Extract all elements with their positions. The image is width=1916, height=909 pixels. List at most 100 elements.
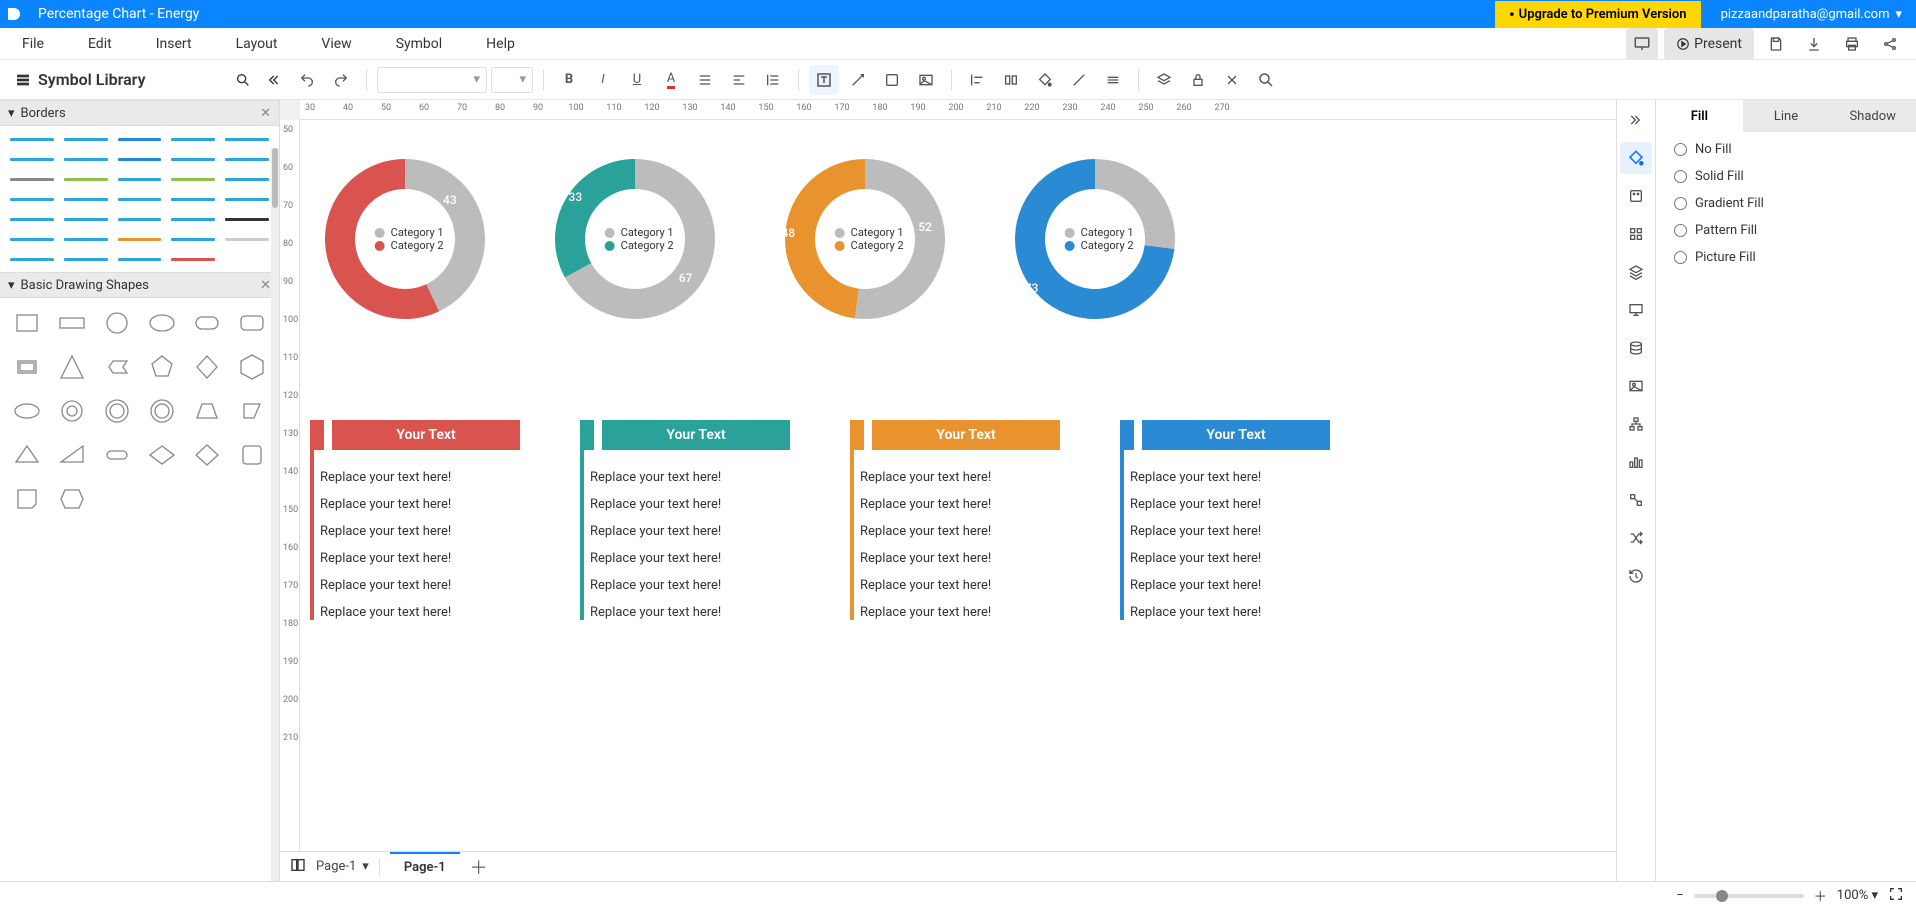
border-swatch[interactable] [10, 214, 54, 224]
layers-button[interactable] [1149, 65, 1179, 95]
line-spacing-button[interactable] [758, 65, 788, 95]
shape-swatch[interactable] [234, 350, 269, 384]
text-line[interactable]: Replace your text here! [1130, 605, 1330, 620]
border-swatch[interactable] [10, 254, 54, 264]
shape-swatch[interactable] [144, 394, 179, 428]
shape-swatch[interactable] [189, 350, 224, 384]
tab-shadow[interactable]: Shadow [1829, 100, 1916, 132]
italic-button[interactable]: I [588, 65, 618, 95]
upgrade-button[interactable]: Upgrade to Premium Version [1495, 1, 1701, 28]
hierarchy-panel-button[interactable] [1620, 408, 1652, 440]
zoom-in-button[interactable]: ＋ [1814, 886, 1827, 905]
shape-swatch[interactable] [144, 350, 179, 384]
border-swatch[interactable] [10, 194, 54, 204]
shape-swatch[interactable] [189, 306, 224, 340]
font-color-button[interactable]: A [656, 65, 686, 95]
fill-option-2[interactable]: Gradient Fill [1674, 196, 1898, 211]
text-line[interactable]: Replace your text here! [320, 551, 520, 566]
border-swatch[interactable] [225, 154, 269, 164]
image-panel-button[interactable] [1620, 370, 1652, 402]
shape-swatch[interactable] [100, 306, 135, 340]
border-swatch[interactable] [118, 254, 162, 264]
snap-panel-button[interactable] [1620, 484, 1652, 516]
fill-option-3[interactable]: Pattern Fill [1674, 223, 1898, 238]
line-style-button[interactable] [1098, 65, 1128, 95]
text-line[interactable]: Replace your text here! [590, 605, 790, 620]
align-left-button[interactable] [724, 65, 754, 95]
border-swatch[interactable] [64, 254, 108, 264]
menu-layout[interactable]: Layout [214, 28, 300, 60]
fill-option-4[interactable]: Picture Fill [1674, 250, 1898, 265]
tools-button[interactable] [1217, 65, 1247, 95]
shuffle-panel-button[interactable] [1620, 522, 1652, 554]
distribute-button[interactable] [996, 65, 1026, 95]
style-panel-button[interactable] [1620, 180, 1652, 212]
slideshow-button[interactable] [1626, 28, 1658, 60]
layout-toggle[interactable] [290, 857, 306, 877]
font-size-select[interactable]: ▾ [491, 67, 533, 93]
shape-swatch[interactable] [55, 306, 90, 340]
border-swatch[interactable] [64, 154, 108, 164]
vertical-align-button[interactable] [690, 65, 720, 95]
shape-swatch[interactable] [100, 350, 135, 384]
close-icon[interactable]: ✕ [260, 278, 271, 293]
image-tool[interactable] [911, 65, 941, 95]
border-swatch[interactable] [171, 194, 215, 204]
shape-swatch[interactable] [144, 438, 179, 472]
text-block-3[interactable]: Your TextReplace your text here!Replace … [850, 420, 1060, 620]
fullscreen-button[interactable] [1888, 886, 1904, 906]
text-line[interactable]: Replace your text here! [860, 605, 1060, 620]
canvas[interactable]: Category 1Category 243Category 1Category… [300, 120, 1616, 851]
border-swatch[interactable] [118, 134, 162, 144]
shape-swatch[interactable] [10, 350, 45, 384]
border-swatch[interactable] [118, 154, 162, 164]
border-swatch[interactable] [10, 174, 54, 184]
line-color-button[interactable] [1064, 65, 1094, 95]
account-menu[interactable]: pizzaandparatha@gmail.com▾ [1721, 7, 1902, 22]
donut-chart-3[interactable]: Category 1Category 25248 [770, 144, 960, 334]
fill-option-0[interactable]: No Fill [1674, 142, 1898, 157]
shape-swatch[interactable] [100, 438, 135, 472]
text-line[interactable]: Replace your text here! [860, 578, 1060, 593]
border-swatch[interactable] [171, 254, 215, 264]
menu-help[interactable]: Help [464, 28, 537, 60]
shape-swatch[interactable] [10, 438, 45, 472]
menu-insert[interactable]: Insert [134, 28, 214, 60]
layers-panel-button[interactable] [1620, 256, 1652, 288]
text-line[interactable]: Replace your text here! [320, 470, 520, 485]
text-line[interactable]: Replace your text here! [320, 524, 520, 539]
border-swatch[interactable] [10, 134, 54, 144]
donut-chart-2[interactable]: Category 1Category 26733 [540, 144, 730, 334]
left-scrollbar[interactable] [271, 148, 279, 881]
shape-swatch[interactable] [144, 306, 179, 340]
border-swatch[interactable] [64, 214, 108, 224]
border-swatch[interactable] [171, 214, 215, 224]
redo-button[interactable] [326, 65, 356, 95]
text-line[interactable]: Replace your text here! [590, 551, 790, 566]
lock-button[interactable] [1183, 65, 1213, 95]
text-block-2[interactable]: Your TextReplace your text here!Replace … [580, 420, 790, 620]
border-swatch[interactable] [118, 234, 162, 244]
search-icon[interactable] [228, 72, 258, 88]
border-swatch[interactable] [118, 214, 162, 224]
text-line[interactable]: Replace your text here! [320, 605, 520, 620]
text-line[interactable]: Replace your text here! [590, 578, 790, 593]
panel-borders-header[interactable]: ▾Borders✕ [0, 100, 279, 126]
share-button[interactable] [1874, 28, 1906, 60]
tab-page-1[interactable]: Page-1 [390, 852, 460, 882]
zoom-value[interactable]: 100% ▾ [1837, 888, 1878, 903]
zoom-out-button[interactable]: − [1676, 888, 1683, 903]
page-dropdown[interactable]: Page-1▾ [316, 859, 369, 874]
text-line[interactable]: Replace your text here! [590, 497, 790, 512]
fill-color-button[interactable] [1030, 65, 1060, 95]
text-line[interactable]: Replace your text here! [860, 470, 1060, 485]
data-panel-button[interactable] [1620, 332, 1652, 364]
expand-panel-button[interactable] [1620, 104, 1652, 136]
text-block-1[interactable]: Your TextReplace your text here!Replace … [310, 420, 520, 620]
text-line[interactable]: Replace your text here! [860, 497, 1060, 512]
save-button[interactable] [1760, 28, 1792, 60]
shape-swatch[interactable] [234, 438, 269, 472]
donut-chart-4[interactable]: Category 1Category 22773 [1000, 144, 1190, 334]
shape-swatch[interactable] [10, 394, 45, 428]
align-objects-button[interactable] [962, 65, 992, 95]
